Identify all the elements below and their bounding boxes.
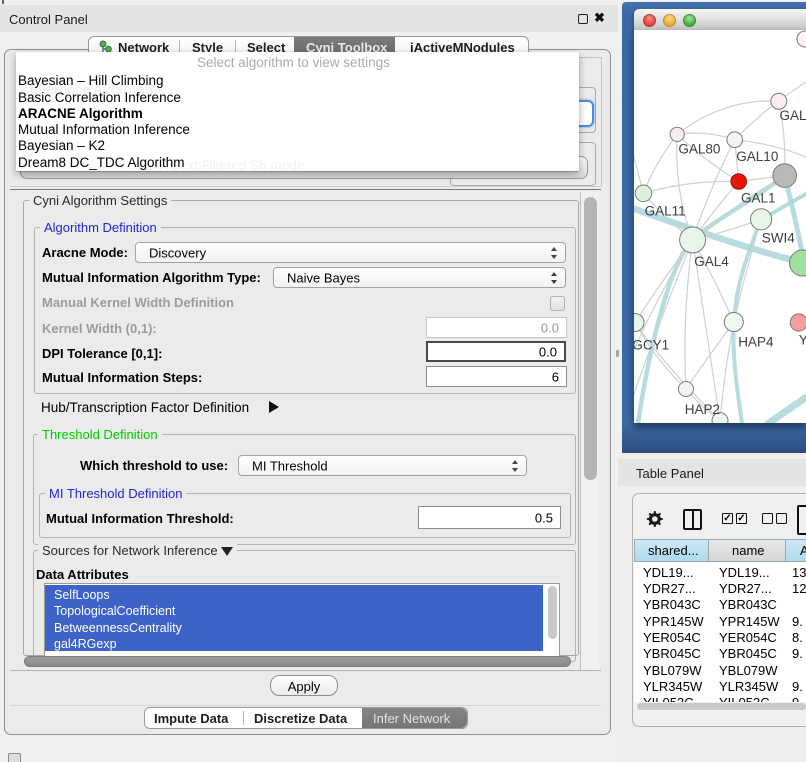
svg-text:YEL: YEL: [799, 333, 806, 348]
svg-text:GAL4: GAL4: [694, 254, 729, 269]
svg-text:GAL80: GAL80: [678, 142, 720, 157]
svg-text:GAL10: GAL10: [736, 149, 778, 164]
svg-text:GAL1: GAL1: [741, 191, 776, 206]
svg-text:GCY1: GCY1: [634, 338, 669, 353]
svg-text:GAL7: GAL7: [780, 108, 806, 123]
svg-text:HAP2: HAP2: [685, 402, 720, 417]
svg-text:SWI4: SWI4: [762, 231, 795, 246]
svg-text:HAP4: HAP4: [738, 335, 774, 350]
svg-text:GAL11: GAL11: [645, 204, 686, 219]
